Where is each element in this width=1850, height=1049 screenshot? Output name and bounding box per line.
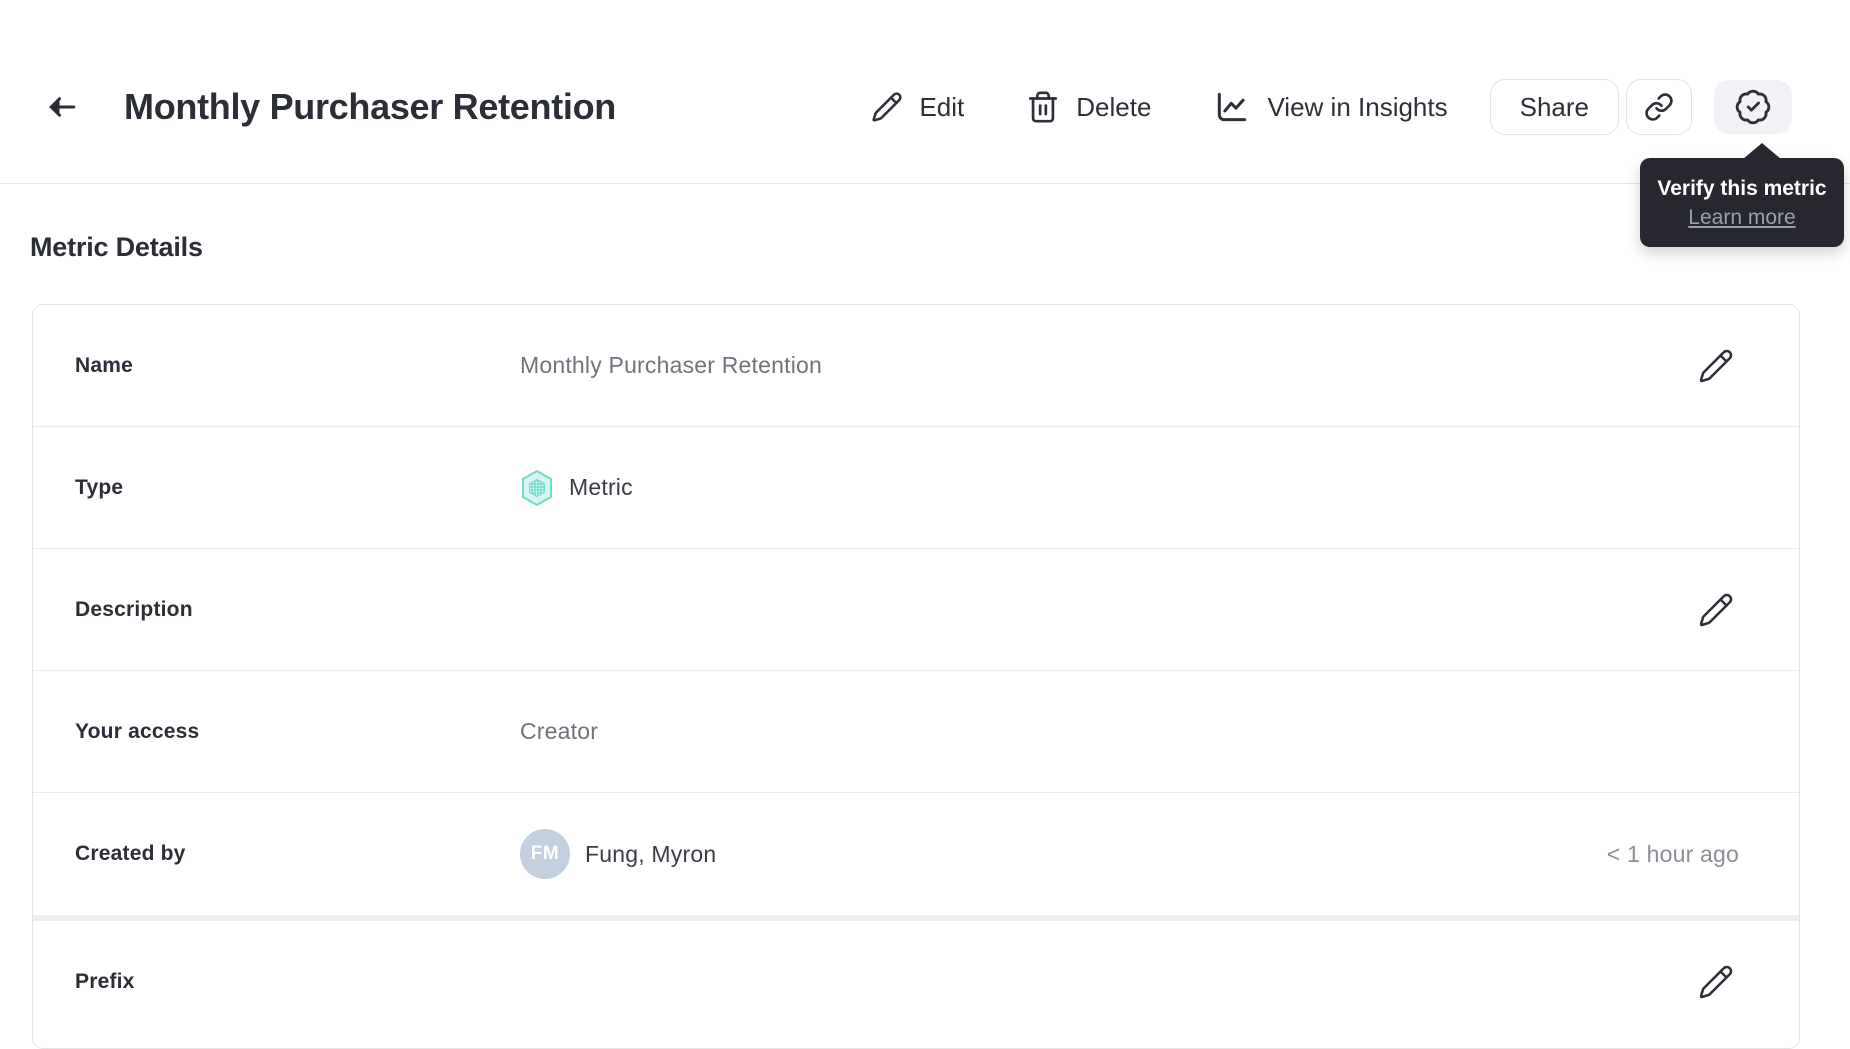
type-label: Type [75,475,124,499]
avatar: FM [520,829,570,879]
line-chart-icon [1213,88,1251,126]
detail-row-name: Name Monthly Purchaser Retention [33,305,1799,427]
edit-description-button[interactable] [1693,587,1739,633]
name-label: Name [75,353,133,377]
page-title: Monthly Purchaser Retention [124,86,616,127]
access-label: Your access [75,719,200,743]
created-timestamp: < 1 hour ago [1606,840,1739,867]
view-in-insights-label: View in Insights [1267,91,1448,122]
section-title: Metric Details [30,232,203,262]
detail-row-access: Your access Creator [33,671,1799,793]
access-value: Creator [520,718,599,744]
verified-badge-icon [1734,88,1772,126]
verify-tooltip-title: Verify this metric [1657,176,1827,200]
view-in-insights-button[interactable]: View in Insights [1213,88,1448,126]
share-button[interactable]: Share [1489,79,1619,135]
metric-hexagon-icon [520,469,554,507]
detail-row-description: Description [33,549,1799,671]
pencil-icon [1698,348,1734,384]
arrow-left-icon [43,89,79,125]
detail-row-created-by: Created by FM Fung, Myron < 1 hour ago [33,793,1799,915]
learn-more-link[interactable]: Learn more [1688,204,1795,232]
back-button[interactable] [38,84,84,130]
verify-tooltip: Verify this metric Learn more [1640,143,1844,247]
edit-name-button[interactable] [1693,343,1739,389]
header-toolbar: Edit Delete View in Insights Share [871,79,1792,135]
created-by-label: Created by [75,842,186,865]
pencil-icon [1698,592,1734,628]
prefix-label: Prefix [75,970,135,993]
delete-button[interactable]: Delete [1026,90,1151,124]
description-label: Description [75,597,193,621]
share-button-group: Share [1489,79,1692,135]
pencil-icon [1698,964,1734,1000]
verify-metric-button[interactable] [1714,80,1792,134]
detail-row-type: Type Metric [33,427,1799,549]
metric-details-card: Name Monthly Purchaser Retention Type Me… [32,304,1800,1049]
detail-row-prefix: Prefix [33,921,1799,1043]
edit-button[interactable]: Edit [871,91,964,123]
delete-label: Delete [1076,91,1152,122]
created-by-value: Fung, Myron [585,840,717,867]
name-value: Monthly Purchaser Retention [520,352,822,378]
copy-link-button[interactable] [1626,79,1692,135]
pencil-icon [871,91,903,123]
edit-label: Edit [919,91,965,122]
trash-icon [1026,90,1060,124]
page-header: Monthly Purchaser Retention Edit Delete … [0,0,1850,184]
type-value: Metric [569,474,633,500]
edit-prefix-button[interactable] [1693,959,1739,1005]
link-icon [1644,92,1674,122]
